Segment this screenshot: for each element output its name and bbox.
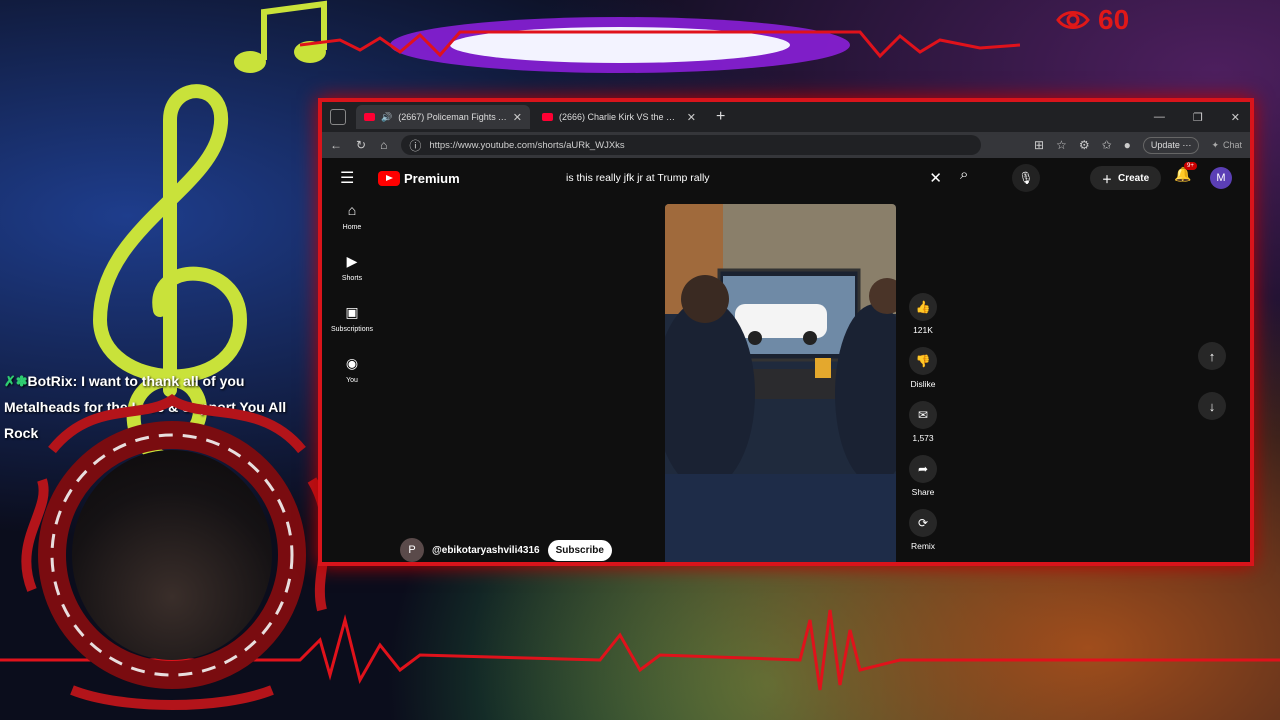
channel-handle[interactable]: @ebikotaryashvili4316 (432, 545, 540, 556)
tab-label: (2667) Policeman Fights Again (398, 112, 507, 122)
close-window-icon[interactable]: ✕ (1231, 111, 1240, 124)
create-label: Create (1118, 172, 1150, 184)
tab-actions-icon[interactable] (330, 109, 346, 125)
tab-policeman[interactable]: 🔊 (2667) Policeman Fights Again ✕ (356, 105, 530, 129)
youtube-play-icon (378, 170, 400, 186)
favorites-icon[interactable]: ✩ (1102, 138, 1112, 152)
new-tab-button[interactable]: + (708, 108, 733, 126)
logo-text: Premium (404, 170, 460, 186)
profile-icon[interactable]: ● (1124, 138, 1131, 152)
sidebar-label: Home (342, 224, 362, 231)
home-icon[interactable]: ⌂ (380, 138, 387, 152)
home-icon: ⌂ (347, 202, 357, 218)
site-info-icon[interactable]: ⓘ (409, 137, 421, 154)
dislike-label: Dislike (910, 379, 936, 389)
short-video-player[interactable] (665, 204, 896, 562)
remix-label: Remix (910, 541, 936, 551)
dislike-icon: 👎 (909, 347, 937, 375)
close-tab-icon[interactable]: ✕ (687, 111, 696, 124)
toolbar-right: ⊞ ☆ ⚙ ✩ ● Update ⋯ ✦ Chat (1034, 136, 1242, 154)
url-text: https://www.youtube.com/shorts/aURk_WJXk… (429, 139, 625, 151)
speaker-icon[interactable]: 🔊 (381, 112, 392, 123)
url-field[interactable]: ⓘ https://www.youtube.com/shorts/aURk_WJ… (401, 135, 982, 155)
search-query: is this really jfk jr at Trump rally (566, 172, 710, 184)
sidebar-label: Shorts (341, 275, 363, 282)
comment-count: 1,573 (912, 433, 934, 443)
subscriptions-icon: ▣ (345, 304, 359, 320)
sidebar-label: You (346, 377, 358, 384)
youtube-premium-logo[interactable]: Premium (378, 170, 460, 186)
account-avatar[interactable]: M (1210, 167, 1232, 189)
viewer-count: 60 (1056, 4, 1129, 36)
close-tab-icon[interactable]: ✕ (513, 111, 522, 124)
search-icon[interactable]: ⌕ (960, 166, 968, 183)
share-button[interactable]: ➦ Share (909, 455, 937, 509)
short-channel-row: P @ebikotaryashvili4316 Subscribe (400, 538, 612, 562)
browser-window: 🔊 (2667) Policeman Fights Again ✕ (2666)… (318, 98, 1254, 566)
minimize-icon[interactable]: — (1154, 111, 1165, 124)
short-actions: 👍 121K 👎 Dislike ✉ 1,573 ➦ Share ⟳ Remix (902, 293, 944, 563)
eye-icon (1056, 11, 1090, 29)
viewer-count-value: 60 (1098, 4, 1130, 35)
share-label: Share (911, 487, 935, 497)
hamburger-menu-icon[interactable]: ☰ (340, 168, 364, 188)
comment-icon: ✉ (909, 401, 937, 429)
channel-avatar[interactable]: P (400, 538, 424, 562)
notifications-bell-icon[interactable]: 🔔 9+ (1174, 162, 1197, 183)
video-frame (665, 204, 896, 562)
tab-charlie-kirk[interactable]: (2666) Charlie Kirk VS the Wokies ✕ (534, 105, 704, 129)
subscribe-button[interactable]: Subscribe (547, 539, 612, 561)
sidebar-item-shorts[interactable]: ▶ Shorts (322, 253, 382, 304)
sidebar-item-you[interactable]: ◉ You (322, 355, 382, 406)
microphone-icon[interactable]: 🎙 (1012, 164, 1040, 192)
create-button[interactable]: ＋ Create (1090, 166, 1162, 190)
stream-overlay: 60 ✗✽BotRix: I want to thank all of you … (0, 0, 1280, 720)
split-screen-icon[interactable]: ⊞ (1034, 138, 1044, 152)
share-icon: ➦ (909, 455, 937, 483)
like-count: 121K (913, 325, 933, 335)
shorts-navigation: ↑ ↓ (1198, 342, 1226, 420)
youtube-favicon-icon (542, 113, 553, 121)
youtube-page: ☰ Premium is this really jfk jr at Trump… (322, 158, 1250, 562)
favorite-star-icon[interactable]: ☆ (1056, 138, 1067, 152)
you-icon: ◉ (345, 355, 359, 371)
notification-badge: 9+ (1184, 162, 1197, 170)
search-input[interactable]: is this really jfk jr at Trump rally ✕ (556, 166, 952, 190)
chat-username: BotRix: (27, 373, 78, 389)
sidebar-item-home[interactable]: ⌂ Home (322, 202, 382, 253)
mini-guide: ⌂ Home ▶ Shorts ▣ Subscriptions ◉ You (322, 202, 382, 406)
previous-short-arrow-up-icon[interactable]: ↑ (1198, 342, 1226, 370)
update-button[interactable]: Update ⋯ (1142, 136, 1200, 154)
shorts-icon: ▶ (346, 253, 358, 269)
window-controls: — ❐ ✕ (1154, 111, 1250, 124)
audio-waveform (300, 17, 1020, 73)
dislike-button[interactable]: 👎 Dislike (909, 347, 937, 401)
chat-label: Chat (1222, 140, 1242, 150)
tab-label: (2666) Charlie Kirk VS the Wokies (559, 112, 681, 122)
reload-icon[interactable]: ↻ (356, 138, 366, 152)
like-icon: 👍 (909, 293, 937, 321)
update-label: Update (1150, 139, 1180, 150)
copilot-chat-button[interactable]: ✦ Chat (1211, 140, 1242, 151)
tab-bar: 🔊 (2667) Policeman Fights Again ✕ (2666)… (322, 102, 1250, 132)
restore-icon[interactable]: ❐ (1193, 111, 1203, 124)
sidebar-item-subscriptions[interactable]: ▣ Subscriptions (322, 304, 382, 355)
back-icon[interactable]: ← (330, 138, 342, 152)
remix-button[interactable]: ⟳ Remix (909, 509, 937, 563)
sidebar-label: Subscriptions (330, 326, 374, 333)
comments-button[interactable]: ✉ 1,573 (909, 401, 937, 455)
extensions-icon[interactable]: ⚙ (1079, 138, 1090, 152)
tribal-webcam-frame (21, 393, 331, 710)
address-bar: ← ↻ ⌂ ⓘ https://www.youtube.com/shorts/a… (322, 132, 1250, 158)
like-button[interactable]: 👍 121K (909, 293, 937, 347)
next-short-arrow-down-icon[interactable]: ↓ (1198, 392, 1226, 420)
chat-badges: ✗✽ (4, 373, 28, 389)
youtube-favicon-icon (364, 113, 375, 121)
remix-icon: ⟳ (909, 509, 937, 537)
clear-search-icon[interactable]: ✕ (929, 169, 942, 187)
